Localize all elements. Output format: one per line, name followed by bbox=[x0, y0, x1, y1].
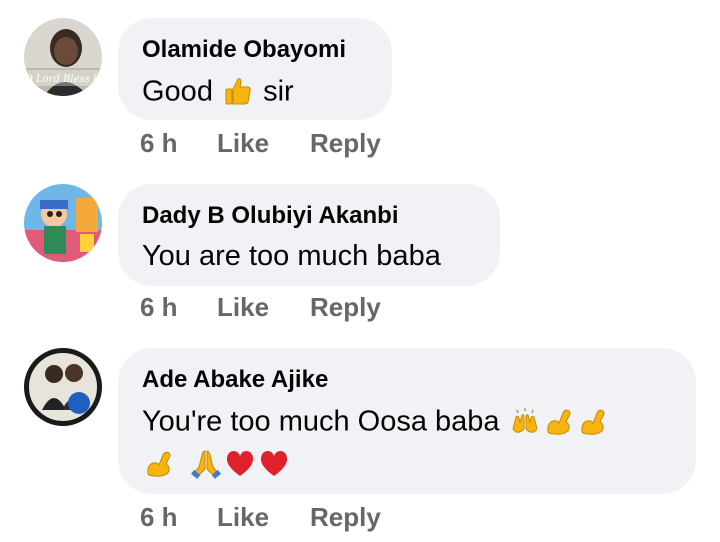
reply-button[interactable]: Reply bbox=[310, 292, 381, 322]
author-name[interactable]: Olamide Obayomi bbox=[142, 34, 368, 66]
comment-emoji-line bbox=[142, 441, 672, 481]
like-button[interactable]: Like bbox=[217, 128, 310, 158]
red-heart-icon bbox=[224, 447, 256, 479]
comment-text-before: Good bbox=[142, 75, 213, 108]
comment-text: You're too much Oosa baba bbox=[142, 400, 672, 441]
avatar[interactable] bbox=[24, 348, 102, 426]
comment-text-after: sir bbox=[263, 75, 294, 108]
like-button[interactable]: Like bbox=[217, 292, 310, 322]
author-name[interactable]: Dady B Olubiyi Akanbi bbox=[142, 200, 476, 232]
author-name[interactable]: Ade Abake Ajike bbox=[142, 364, 672, 396]
timestamp[interactable]: 6 h bbox=[140, 128, 217, 158]
comment-text: Good sir bbox=[142, 70, 368, 111]
comment-actions: 6 h Like Reply bbox=[140, 128, 381, 158]
comment-bubble: Ade Abake Ajike You're too much Oosa bab… bbox=[118, 348, 696, 494]
avatar[interactable] bbox=[24, 184, 102, 262]
flexed-biceps-icon bbox=[577, 405, 609, 437]
raising-hands-icon bbox=[509, 405, 541, 437]
comment-bubble: Olamide Obayomi Good sir bbox=[118, 18, 392, 120]
folded-hands-icon bbox=[190, 447, 222, 479]
comment-actions: 6 h Like Reply bbox=[140, 502, 381, 532]
comment-actions: 6 h Like Reply bbox=[140, 292, 381, 322]
comment-bubble: Dady B Olubiyi Akanbi You are too much b… bbox=[118, 184, 500, 286]
avatar-caption: O Lord Bless U bbox=[25, 74, 102, 85]
red-heart-icon bbox=[258, 447, 290, 479]
comment-text-main: You're too much Oosa baba bbox=[142, 405, 500, 438]
avatar[interactable]: O Lord Bless U bbox=[24, 18, 102, 96]
flexed-biceps-icon bbox=[543, 405, 575, 437]
comment-text: You are too much baba bbox=[142, 240, 441, 272]
thumbs-up-icon bbox=[222, 75, 254, 107]
reply-button[interactable]: Reply bbox=[310, 128, 381, 158]
timestamp[interactable]: 6 h bbox=[140, 502, 217, 532]
timestamp[interactable]: 6 h bbox=[140, 292, 217, 322]
like-button[interactable]: Like bbox=[217, 502, 310, 532]
reply-button[interactable]: Reply bbox=[310, 502, 381, 532]
flexed-biceps-icon bbox=[143, 447, 175, 479]
